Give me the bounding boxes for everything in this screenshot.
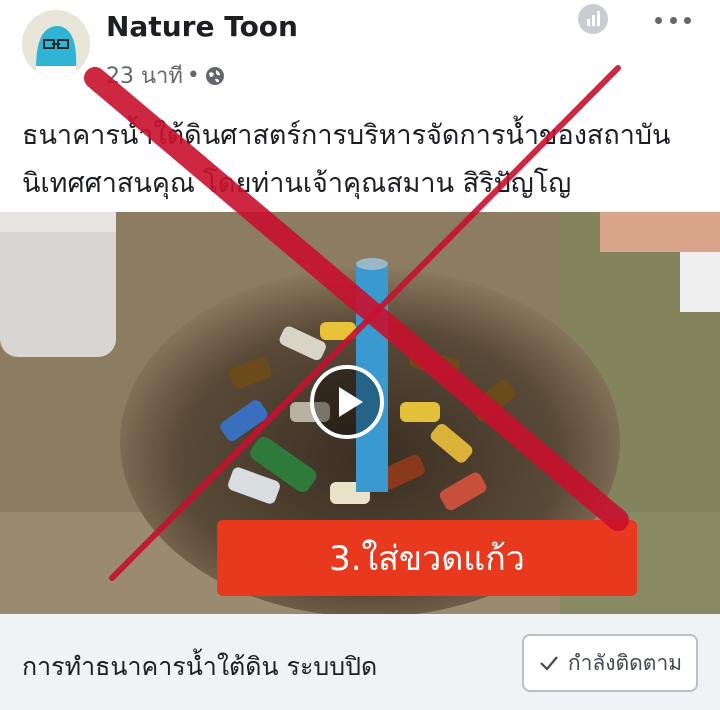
post-text-line: นิเทศศาสนคุณ โดยท่านเจ้าคุณสมาน สิริปัญโ… [22,168,572,199]
more-icon[interactable] [655,8,691,32]
stats-icon[interactable] [578,4,608,34]
avatar[interactable] [22,10,90,78]
post-header: Nature Toon 23 นาที • [0,0,720,95]
post-text-line: ธนาคารน้ำใต้ดินศาสตร์การบริหารจัดการน้ำข… [22,120,671,151]
video-caption: 3.ใส่ขวดแก้ว [217,520,637,596]
following-label: กำลังติดตาม [567,650,683,675]
meta-separator: • [186,63,200,88]
globe-icon [205,66,224,85]
video-caption-text: 3.ใส่ขวดแก้ว [329,539,525,579]
check-icon [540,656,558,671]
play-icon[interactable] [310,365,384,439]
post-time[interactable]: 23 นาที [106,58,183,93]
post-text: ธนาคารน้ำใต้ดินศาสตร์การบริหารจัดการน้ำข… [22,112,702,208]
page-title[interactable]: การทำธนาคารน้ำใต้ดิน ระบบปิด [22,647,377,687]
author-name[interactable]: Nature Toon [106,10,298,43]
post-meta: 23 นาที • [106,58,226,93]
page-footer: การทำธนาคารน้ำใต้ดิน ระบบปิด กำลังติดตาม [0,614,720,710]
following-button[interactable]: กำลังติดตาม [522,634,698,692]
